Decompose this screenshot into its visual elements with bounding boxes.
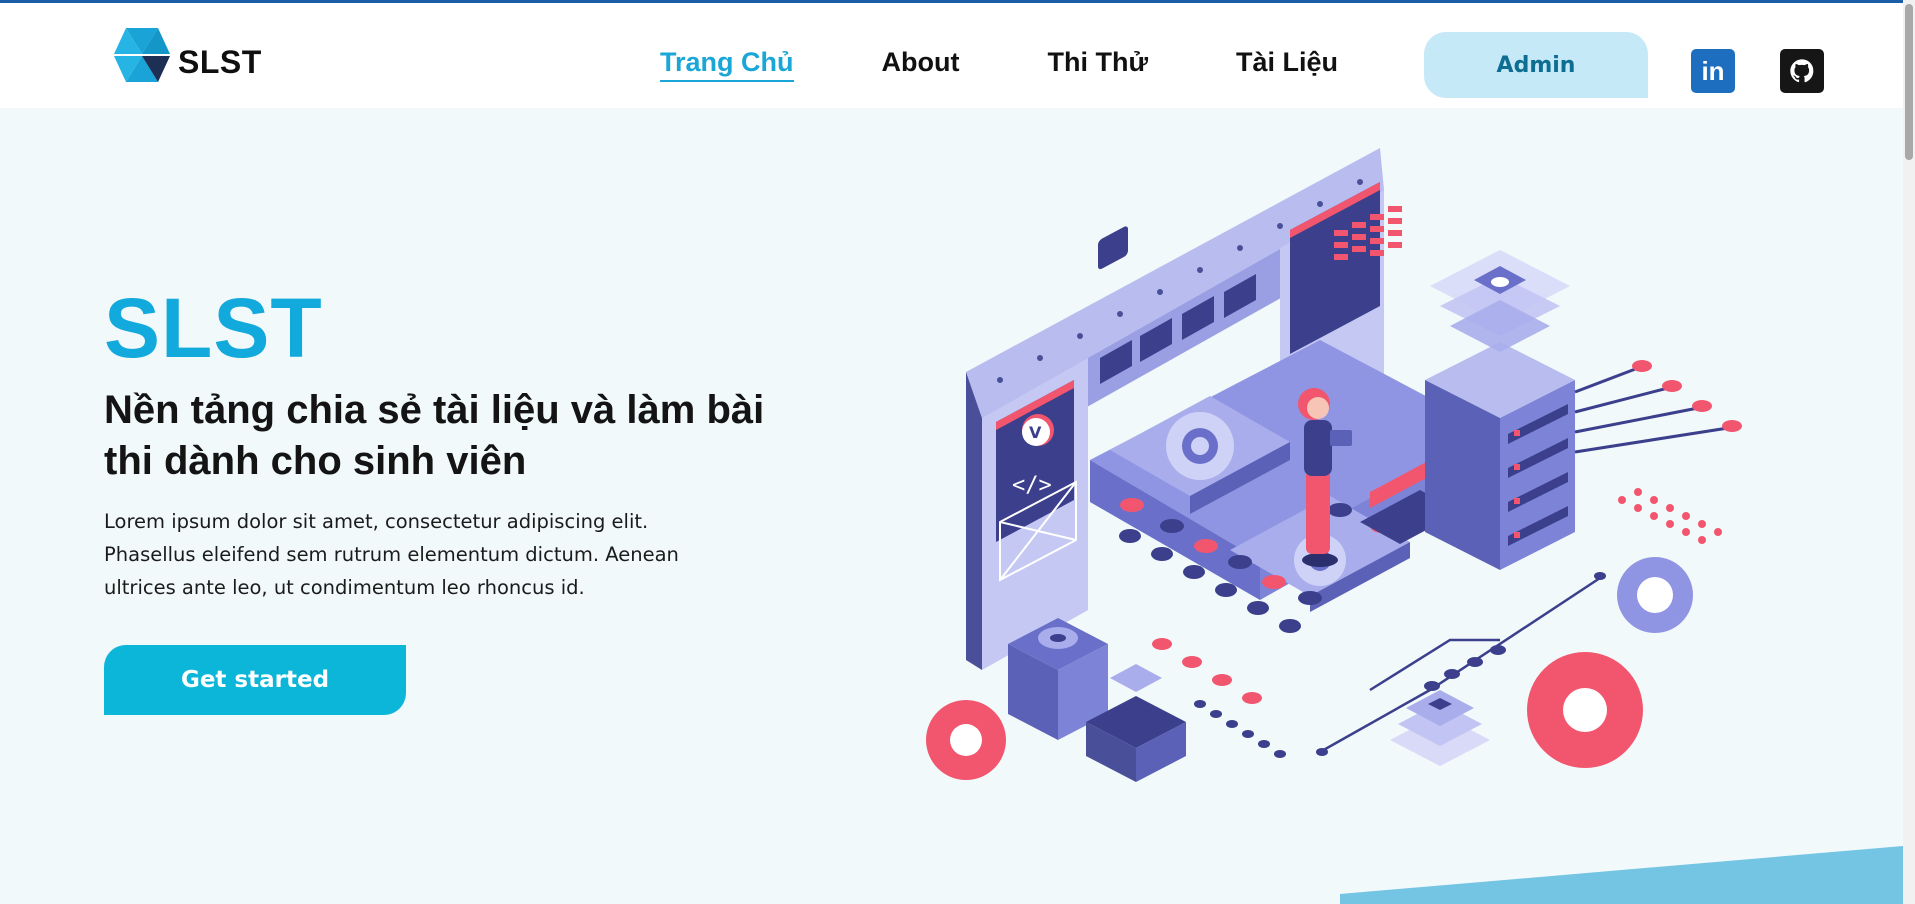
nav-trang-chu[interactable]: Trang Chủ (660, 47, 794, 82)
page-scrollbar[interactable] (1903, 0, 1915, 904)
svg-text:V: V (1029, 423, 1042, 442)
decorative-wave-shape (1340, 846, 1903, 904)
nav-tai-lieu[interactable]: Tài Liệu (1236, 47, 1338, 82)
nav-thi-thu[interactable]: Thi Thử (1047, 47, 1148, 82)
linkedin-glyph: in (1701, 55, 1725, 86)
logo[interactable]: SLST (112, 26, 262, 84)
logo-text: SLST (178, 43, 262, 80)
linkedin-icon[interactable]: in (1691, 49, 1735, 93)
github-icon[interactable] (1780, 49, 1824, 93)
get-started-button[interactable]: Get started (104, 645, 406, 715)
hero-title: SLST (104, 281, 323, 375)
admin-button[interactable]: Admin (1424, 32, 1648, 98)
hexagon-logo-icon (114, 28, 170, 82)
nav-about[interactable]: About (882, 47, 960, 82)
hero-subtitle: Nền tảng chia sẻ tài liệu và làm bài thi… (104, 388, 765, 483)
svg-text:</>: </> (1012, 473, 1052, 498)
main-nav: Trang Chủ About Thi Thử Tài Liệu (660, 47, 1426, 82)
scrollbar-thumb[interactable] (1905, 4, 1913, 160)
isometric-factory-illustration: V </> (926, 148, 1742, 782)
github-mark-icon (1790, 59, 1814, 83)
hero-description: Lorem ipsum dolor sit amet, consectetur … (104, 510, 679, 599)
site-header: SLST Trang Chủ About Thi Thử Tài Liệu Ad… (0, 3, 1903, 108)
